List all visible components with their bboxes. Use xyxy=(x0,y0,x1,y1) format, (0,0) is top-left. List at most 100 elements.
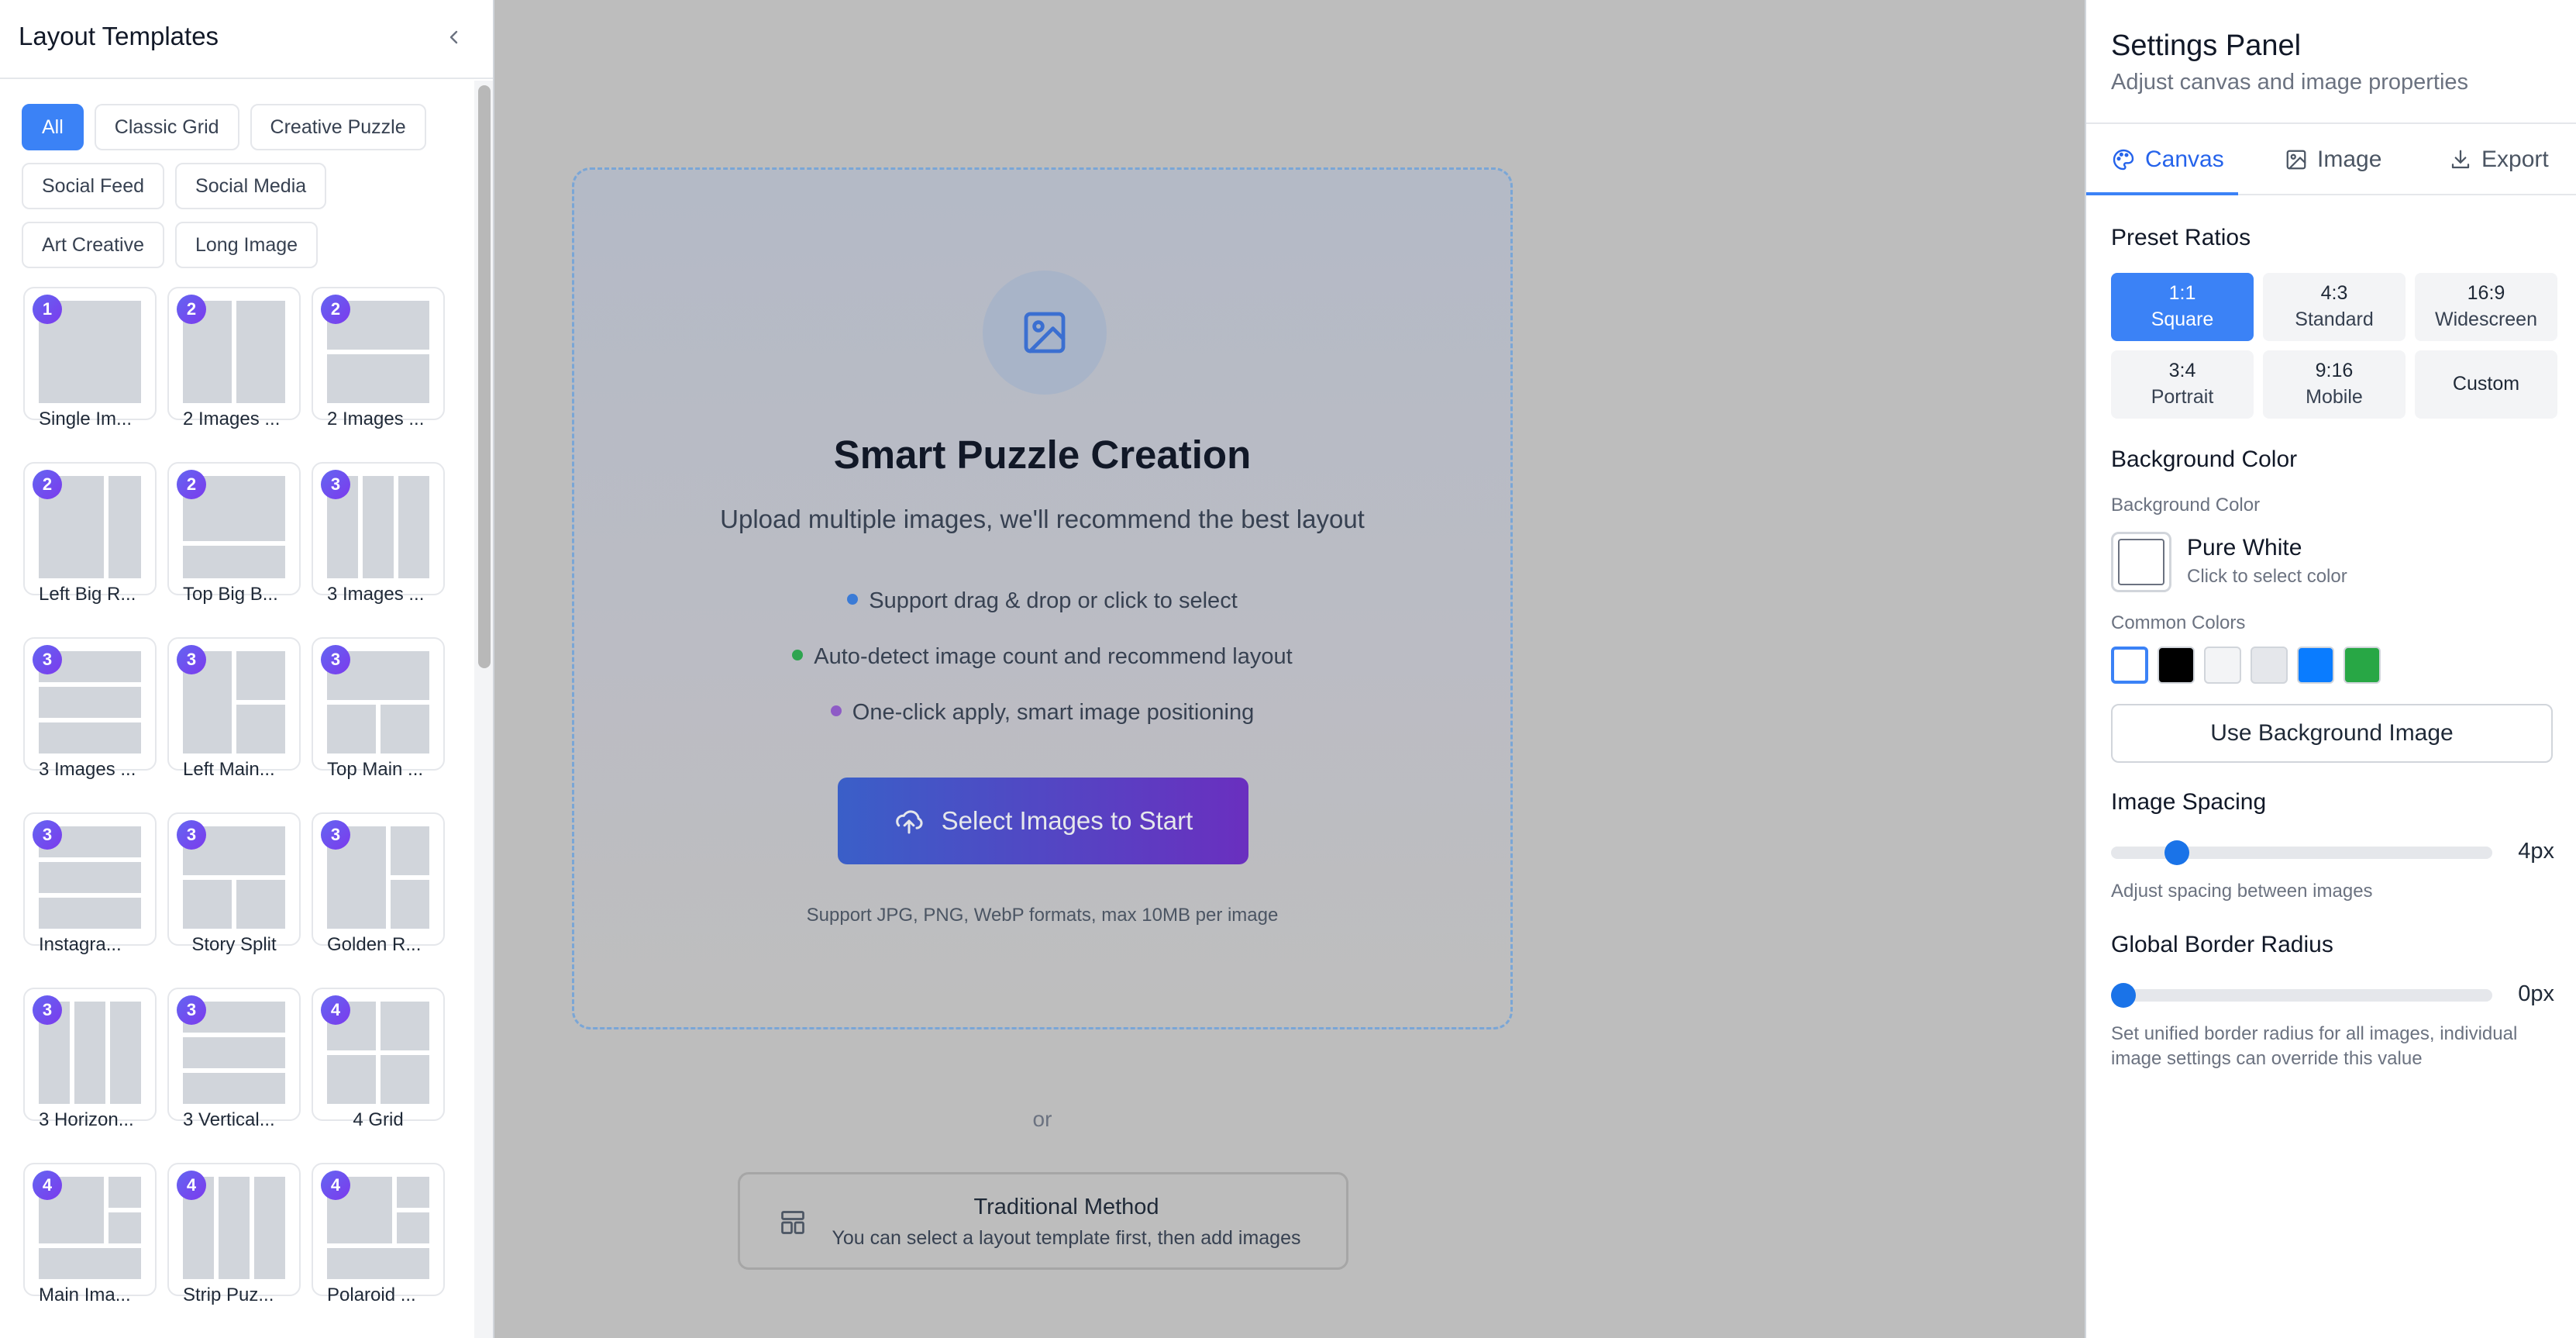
chevron-left-icon xyxy=(449,30,458,44)
thumbnail-cell xyxy=(327,1248,429,1279)
settings-title: Settings Panel xyxy=(2111,29,2302,62)
template-card[interactable]: 3 Golden R... xyxy=(312,812,445,955)
template-card[interactable]: 3 3 Vertical... xyxy=(167,988,301,1130)
template-card[interactable]: 2 2 Images ... xyxy=(312,287,445,429)
color-swatch[interactable] xyxy=(2111,647,2148,684)
template-label: 2 Images ... xyxy=(327,409,425,429)
filter-chip-social-feed[interactable]: Social Feed xyxy=(22,163,165,209)
ratio-button-widescreen[interactable]: 16:9 Widescreen xyxy=(2415,273,2557,341)
smart-puzzle-subtitle: Upload multiple images, we'll recommend … xyxy=(720,505,1365,533)
template-card[interactable]: 3 3 Images ... xyxy=(312,462,445,605)
ratio-button-custom[interactable]: Custom xyxy=(2415,350,2557,419)
filter-chip-long-image[interactable]: Long Image xyxy=(174,222,319,268)
ratio-name: Square xyxy=(2151,309,2214,330)
collapse-sidebar-button[interactable] xyxy=(440,23,468,51)
filter-chip-social-media[interactable]: Social Media xyxy=(175,163,327,209)
color-swatch[interactable] xyxy=(2204,647,2241,684)
settings-subtitle: Adjust canvas and image properties xyxy=(2111,70,2469,95)
thumbnail-cell xyxy=(39,862,141,893)
color-swatch[interactable] xyxy=(2344,647,2381,684)
filter-chip-classic-grid[interactable]: Classic Grid xyxy=(94,104,239,150)
image-count-badge: 3 xyxy=(177,995,206,1025)
sidebar-title: Layout Templates xyxy=(19,22,219,50)
template-label: Golden R... xyxy=(327,934,422,955)
image-count-badge: 2 xyxy=(177,295,206,324)
border-radius-title: Global Border Radius xyxy=(2111,932,2333,957)
formats-note: Support JPG, PNG, WebP formats, max 10MB… xyxy=(806,905,1279,926)
upload-cloud-icon xyxy=(895,810,923,834)
use-background-image-button[interactable]: Use Background Image xyxy=(2111,704,2553,763)
template-label: 3 Images ... xyxy=(327,584,425,605)
template-label: Instagra... xyxy=(39,934,122,955)
tab-canvas[interactable]: Canvas xyxy=(2111,143,2224,177)
filter-chip-all[interactable]: All xyxy=(22,104,84,150)
ratio-name: Custom xyxy=(2452,373,2520,395)
ratio-value: 1:1 xyxy=(2168,282,2196,305)
thumbnail-cell xyxy=(236,651,285,700)
ratio-button-square[interactable]: 1:1 Square xyxy=(2111,273,2254,341)
template-label: 4 Grid xyxy=(353,1109,404,1130)
slider-handle[interactable] xyxy=(2111,983,2136,1008)
color-preview xyxy=(2118,539,2164,585)
upload-image-circle xyxy=(983,271,1107,395)
thumbnail-cell xyxy=(327,354,429,403)
template-card[interactable]: 2 2 Images ... xyxy=(167,287,301,429)
thumbnail-cell xyxy=(39,722,141,753)
or-divider: or xyxy=(1032,1107,1052,1131)
image-spacing-slider[interactable] xyxy=(2111,840,2492,865)
template-card[interactable]: 4 Polaroid ... xyxy=(312,1163,445,1305)
color-swatch[interactable] xyxy=(2158,647,2195,684)
thumbnail-cell xyxy=(327,705,376,753)
thumbnail-cell xyxy=(183,1037,285,1068)
filter-chip-creative-puzzle[interactable]: Creative Puzzle xyxy=(250,104,426,150)
color-swatch[interactable] xyxy=(2251,647,2288,684)
traditional-method-button[interactable]: Traditional Method You can select a layo… xyxy=(738,1172,1348,1270)
ratio-button-mobile[interactable]: 9:16 Mobile xyxy=(2263,350,2406,419)
template-label: Polaroid ... xyxy=(327,1285,416,1305)
template-card[interactable]: 3 3 Images ... xyxy=(23,637,157,780)
template-card[interactable]: 3 Top Main ... xyxy=(312,637,445,780)
image-count-badge: 4 xyxy=(321,1171,350,1200)
ratio-button-standard[interactable]: 4:3 Standard xyxy=(2263,273,2406,341)
template-card[interactable]: 2 Top Big B... xyxy=(167,462,301,605)
thumbnail-cell xyxy=(39,898,141,929)
template-card[interactable]: 3 Story Split xyxy=(167,812,301,955)
ratio-value: 3:4 xyxy=(2168,360,2196,382)
color-swatch[interactable] xyxy=(2297,647,2334,684)
template-card[interactable]: 4 Main Ima... xyxy=(23,1163,157,1305)
active-tab-indicator xyxy=(2086,192,2238,195)
image-count-badge: 4 xyxy=(33,1171,62,1200)
background-color-picker[interactable] xyxy=(2111,532,2171,592)
image-count-badge: 3 xyxy=(321,645,350,674)
border-radius-slider[interactable] xyxy=(2111,983,2492,1008)
traditional-method-desc: You can select a layout template first, … xyxy=(832,1227,1301,1249)
template-card[interactable]: 4 Strip Puz... xyxy=(167,1163,301,1305)
filter-chip-art-creative[interactable]: Art Creative xyxy=(22,222,164,268)
common-colors xyxy=(2111,647,2381,684)
template-filters: All Classic Grid Creative Puzzle Social Fee… xyxy=(22,104,456,268)
thumbnail-cell xyxy=(381,1002,429,1050)
tab-image[interactable]: Image xyxy=(2285,143,2381,177)
template-card[interactable]: 4 4 Grid xyxy=(312,988,445,1130)
sidebar-scrollbar[interactable] xyxy=(474,81,493,1338)
scrollbar-thumb[interactable] xyxy=(478,85,491,668)
select-images-button[interactable]: Select Images to Start xyxy=(838,778,1248,864)
template-card[interactable]: 3 Left Main... xyxy=(167,637,301,780)
template-label: Story Split xyxy=(191,934,277,955)
tab-export[interactable]: Export xyxy=(2449,143,2549,177)
background-section-title: Background Color xyxy=(2111,447,2298,472)
border-radius-hint-2: image settings can override this value xyxy=(2111,1048,2423,1069)
ratio-value: 16:9 xyxy=(2467,282,2505,305)
thumbnail-cell xyxy=(183,1073,285,1104)
template-card[interactable]: 2 Left Big R... xyxy=(23,462,157,605)
template-card[interactable]: 1 Single Im... xyxy=(23,287,157,429)
template-label: 3 Vertical... xyxy=(183,1109,275,1130)
template-card[interactable]: 3 Instagra... xyxy=(23,812,157,955)
image-icon xyxy=(2286,150,2306,170)
thumbnail-cell xyxy=(108,1212,141,1243)
upload-dropzone[interactable]: Smart Puzzle Creation Upload multiple im… xyxy=(572,167,1513,1029)
ratio-button-portrait[interactable]: 3:4 Portrait xyxy=(2111,350,2254,419)
image-spacing-hint: Adjust spacing between images xyxy=(2111,881,2373,902)
slider-handle[interactable] xyxy=(2164,840,2189,865)
template-card[interactable]: 3 3 Horizon... xyxy=(23,988,157,1130)
